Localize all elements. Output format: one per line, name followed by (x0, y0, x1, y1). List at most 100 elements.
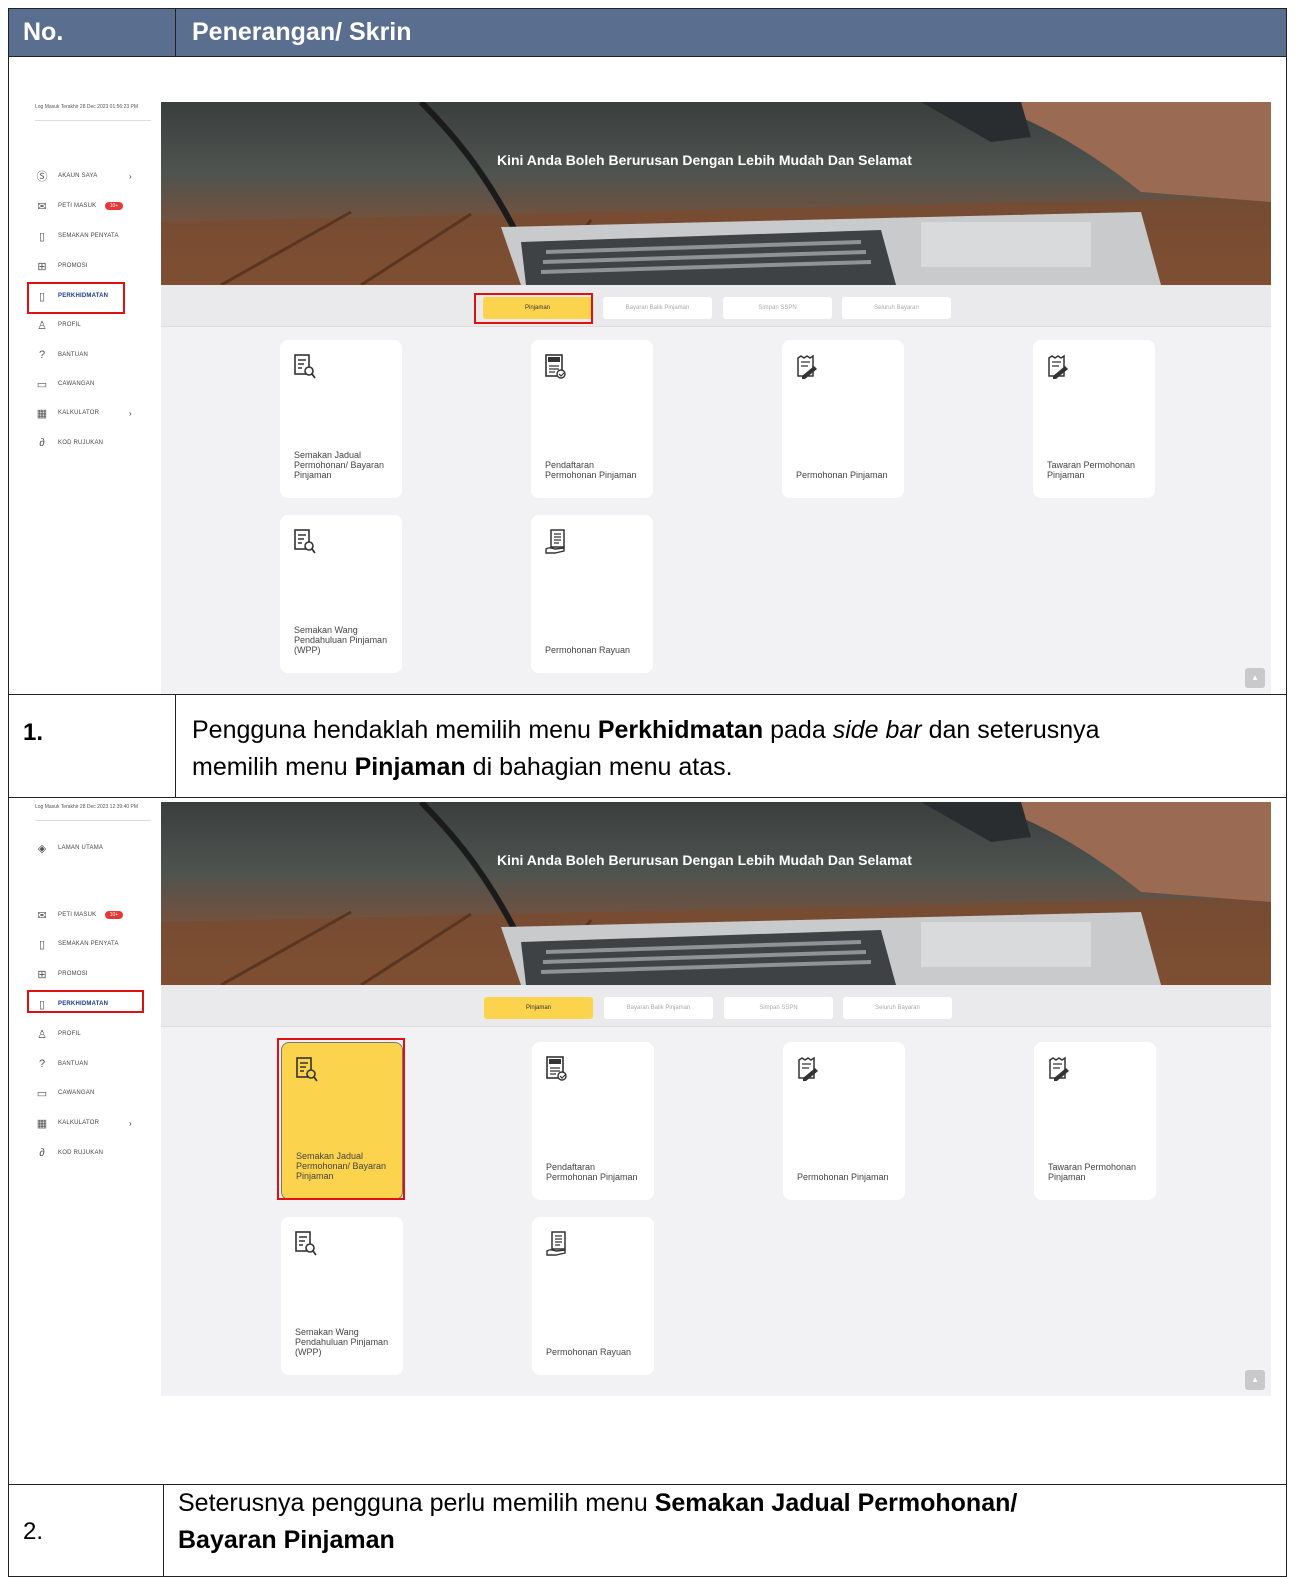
menu-label: PETI MASUK (58, 203, 97, 209)
menu-label: SEMAKAN PENYATA (58, 941, 119, 947)
step-bold-text: Perkhidmatan (597, 716, 764, 744)
menu-bantuan[interactable]: ? BANTUAN (35, 344, 155, 366)
help-icon: ? (38, 349, 46, 361)
gift-icon: ⊞ (37, 968, 47, 981)
card-permohonan-rayuan[interactable]: Permohonan Rayuan (531, 515, 653, 673)
card-permohonan-rayuan[interactable]: Permohonan Rayuan (532, 1217, 654, 1375)
pin-document-icon (546, 1056, 567, 1081)
card-label: Permohonan Rayuan (546, 1347, 632, 1357)
card-tawaran-permohonan[interactable]: Tawaran Permohonan Pinjaman (1033, 340, 1155, 498)
menu-label: PETI MASUK (58, 912, 97, 918)
step-1-number: 1. (23, 719, 44, 746)
scroll-to-top-button[interactable]: ▲ (1245, 668, 1265, 688)
banner-title: Kini Anda Boleh Berurusan Dengan Lebih M… (497, 152, 912, 168)
card-label: Pendaftaran Permohonan Pinjaman (546, 1162, 638, 1182)
menu-peti-masuk[interactable]: ✉ PETI MASUK 10+ (35, 195, 155, 217)
laptop-banner-image (161, 802, 1271, 985)
gift-icon: ⊞ (37, 260, 47, 273)
step-bold-text: Bayaran Pinjaman (178, 1526, 395, 1554)
help-icon: ? (38, 1058, 46, 1070)
menu-label: LAMAN UTAMA (58, 845, 104, 851)
step-2-number: 2. (23, 1518, 44, 1545)
card-label: Tawaran Permohonan Pinjaman (1047, 460, 1136, 480)
highlight-perkhidmatan (27, 282, 125, 314)
card-tawaran-permohonan[interactable]: Tawaran Permohonan Pinjaman (1034, 1042, 1156, 1200)
menu-profil[interactable]: ♙ PROFIL (35, 1023, 155, 1045)
menu-label: KOD RUJUKAN (58, 1150, 104, 1156)
card-semakan-wpp[interactable]: Semakan Wang Pendahuluan Pinjaman (WPP) (280, 515, 402, 673)
menu-promosi[interactable]: ⊞ PROMOSI (35, 963, 155, 985)
notification-badge: 10+ (105, 911, 123, 919)
tab-simpan-sspn[interactable]: Simpan SSPN (724, 997, 833, 1019)
last-login-text: Log Masuk Terakhir 28 Dec 2023 01:56:23 … (35, 104, 139, 110)
header-no: No. (23, 18, 64, 46)
briefcase-icon: ▭ (36, 378, 48, 391)
sidebar-divider (35, 120, 151, 121)
calculator-icon: ▦ (36, 1117, 48, 1130)
app-sidebar: Log Masuk Terakhir 28 Dec 2023 12:39:40 … (9, 802, 161, 1396)
card-pendaftaran-permohonan[interactable]: Pendaftaran Permohonan Pinjaman (531, 340, 653, 498)
menu-label: KALKULATOR (58, 410, 100, 416)
app-sidebar: Log Masuk Terakhir 28 Dec 2023 01:56:23 … (9, 102, 161, 694)
tab-pinjaman[interactable]: Pinjaman (484, 997, 593, 1019)
card-pendaftaran-permohonan[interactable]: Pendaftaran Permohonan Pinjaman (532, 1042, 654, 1200)
link-icon: ∂ (39, 1147, 45, 1159)
screenshot-1: Log Masuk Terakhir 28 Dec 2023 01:56:23 … (9, 102, 1271, 694)
menu-semakan-penyata[interactable]: ▯ SEMAKAN PENYATA (35, 933, 155, 955)
dollar-circle-icon: Ⓢ (36, 171, 48, 183)
user-icon: ♙ (37, 319, 47, 332)
document-search-icon (294, 529, 316, 554)
card-semakan-wpp[interactable]: Semakan Wang Pendahuluan Pinjaman (WPP) (281, 1217, 403, 1375)
menu-semakan-penyata[interactable]: ▯ SEMAKAN PENYATA (35, 225, 155, 247)
tab-seluruh-bayaran[interactable]: Seluruh Bayaran (843, 997, 952, 1019)
row-divider (9, 797, 1286, 798)
card-label: Permohonan Pinjaman (796, 470, 888, 480)
mail-icon: ✉ (37, 909, 47, 922)
tab-simpan-sspn[interactable]: Simpan SSPN (723, 297, 832, 319)
menu-akaun-saya[interactable]: Ⓢ AKAUN SAYA › (35, 165, 155, 187)
service-tabs: Pinjaman Bayaran Balik Pinjaman Simpan S… (161, 285, 1271, 327)
highlight-perkhidmatan (27, 990, 144, 1013)
card-label: Tawaran Permohonan Pinjaman (1048, 1162, 1137, 1182)
step-text: di bahagian menu atas. (465, 753, 733, 781)
table-header: No. Penerangan/ Skrin (9, 9, 1286, 57)
menu-kod-rujukan[interactable]: ∂ KOD RUJUKAN (35, 1142, 155, 1164)
tab-seluruh-bayaran[interactable]: Seluruh Bayaran (842, 297, 951, 319)
tab-bayaran-balik-pinjaman[interactable]: Bayaran Balik Pinjaman (604, 997, 713, 1019)
mail-icon: ✉ (37, 200, 47, 213)
card-label: Semakan Wang Pendahuluan Pinjaman (WPP) (295, 1327, 389, 1357)
card-label: Permohonan Pinjaman (797, 1172, 889, 1182)
card-label: Semakan Jadual Permohonan/ Bayaran Pinja… (294, 450, 385, 480)
menu-kalkulator[interactable]: ▦ KALKULATOR › (35, 1112, 155, 1134)
link-icon: ∂ (39, 437, 45, 449)
scroll-to-top-button[interactable]: ▲ (1245, 1370, 1265, 1390)
menu-label: PROMOSI (58, 971, 88, 977)
menu-label: CAWANGAN (58, 381, 95, 387)
service-tabs: Pinjaman Bayaran Balik Pinjaman Simpan S… (161, 985, 1271, 1027)
menu-kalkulator[interactable]: ▦ KALKULATOR › (35, 402, 155, 424)
document-search-icon (294, 354, 316, 379)
step-bold-text: Semakan Jadual Permohonan/ (654, 1489, 1018, 1517)
step-text: dan seterusnya (921, 716, 1100, 744)
menu-laman-utama[interactable]: ◈ LAMAN UTAMA (35, 837, 155, 859)
tab-bayaran-balik-pinjaman[interactable]: Bayaran Balik Pinjaman (603, 297, 712, 319)
column-divider (175, 694, 176, 797)
step-1-description: Pengguna hendaklah memilih menu Perkhidm… (192, 712, 1277, 786)
menu-peti-masuk[interactable]: ✉ PETI MASUK 10+ (35, 904, 155, 926)
notification-badge: 10+ (105, 202, 123, 210)
card-permohonan-pinjaman[interactable]: Permohonan Pinjaman (783, 1042, 905, 1200)
menu-bantuan[interactable]: ? BANTUAN (35, 1053, 155, 1075)
menu-kod-rujukan[interactable]: ∂ KOD RUJUKAN (35, 432, 155, 454)
user-icon: ♙ (37, 1028, 47, 1041)
menu-cawangan[interactable]: ▭ CAWANGAN (35, 1082, 155, 1104)
menu-label: SEMAKAN PENYATA (58, 233, 119, 239)
card-permohonan-pinjaman[interactable]: Permohonan Pinjaman (782, 340, 904, 498)
menu-cawangan[interactable]: ▭ CAWANGAN (35, 373, 155, 395)
form-pen-icon (798, 1056, 818, 1081)
hand-document-icon (546, 1231, 566, 1256)
laptop-banner-image (161, 102, 1271, 285)
menu-label: BANTUAN (58, 1061, 89, 1067)
menu-promosi[interactable]: ⊞ PROMOSI (35, 255, 155, 277)
menu-profil[interactable]: ♙ PROFIL (35, 314, 155, 336)
card-semakan-jadual[interactable]: Semakan Jadual Permohonan/ Bayaran Pinja… (280, 340, 402, 498)
